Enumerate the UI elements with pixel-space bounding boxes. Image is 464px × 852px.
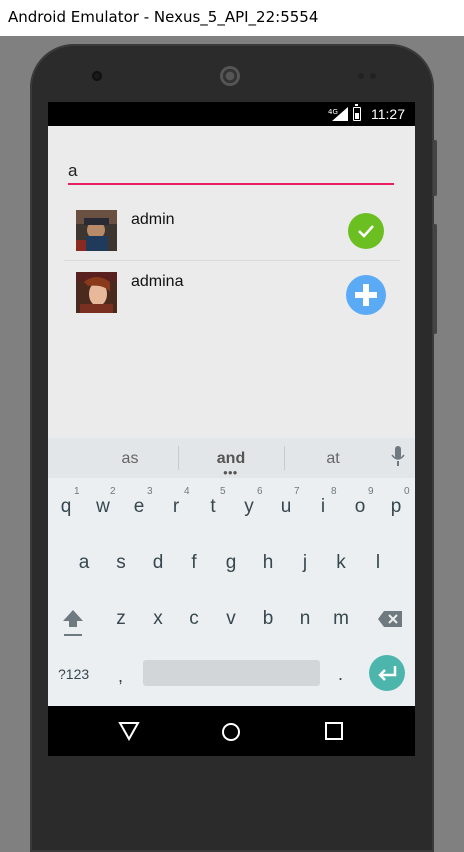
key-v[interactable]: v	[213, 608, 249, 630]
user-name: admin	[131, 211, 175, 228]
key-c[interactable]: c	[176, 608, 212, 630]
front-camera	[92, 71, 102, 81]
enter-key[interactable]	[369, 655, 405, 691]
navigation-bar	[48, 706, 415, 756]
key-j[interactable]: j	[287, 552, 323, 574]
key-f[interactable]: f	[176, 552, 212, 574]
key-k[interactable]: k	[323, 552, 359, 574]
symbols-key[interactable]: ?123	[58, 666, 89, 682]
proximity-sensor	[358, 73, 364, 79]
check-circle-icon[interactable]	[348, 213, 384, 249]
key-r[interactable]: r	[158, 496, 194, 518]
key-y[interactable]: y	[231, 496, 267, 518]
window-title: Android Emulator - Nexus_5_API_22:5554	[8, 8, 319, 26]
clock: 11:27	[371, 106, 405, 122]
user-avatar	[76, 210, 117, 251]
key-e[interactable]: e	[121, 496, 157, 518]
period-key[interactable]: .	[338, 664, 343, 685]
status-bar: 4G 11:27	[48, 102, 415, 126]
light-sensor	[370, 73, 376, 79]
suggestion-as[interactable]: as	[110, 450, 150, 468]
key-a[interactable]: a	[66, 552, 102, 574]
key-p[interactable]: p	[378, 496, 414, 518]
key-w[interactable]: w	[85, 496, 121, 518]
key-u[interactable]: u	[268, 496, 304, 518]
key-q[interactable]: q	[48, 496, 84, 518]
soft-keyboard: as and ●●● at 1 2 3 4 5 6 7 8 9 0 q w e …	[48, 438, 415, 706]
back-icon[interactable]	[118, 721, 140, 741]
user-list-item[interactable]: admina	[64, 262, 400, 322]
key-x[interactable]: x	[140, 608, 176, 630]
network-type-label: 4G	[328, 108, 338, 116]
key-t[interactable]: t	[195, 496, 231, 518]
key-d[interactable]: d	[140, 552, 176, 574]
user-avatar	[76, 272, 117, 313]
key-l[interactable]: l	[360, 552, 396, 574]
enter-icon	[378, 666, 397, 681]
key-z[interactable]: z	[103, 608, 139, 630]
user-list-item[interactable]: admin	[64, 200, 400, 260]
suggestion-at[interactable]: at	[316, 450, 350, 468]
key-b[interactable]: b	[250, 608, 286, 630]
backspace-icon[interactable]	[377, 610, 403, 628]
key-m[interactable]: m	[323, 608, 359, 630]
volume-button[interactable]	[433, 224, 437, 334]
battery-icon	[353, 104, 361, 121]
emulator-title-bar: Android Emulator - Nexus_5_API_22:5554	[0, 0, 464, 36]
key-i[interactable]: i	[305, 496, 341, 518]
recents-icon[interactable]	[324, 721, 344, 741]
more-suggestions-icon[interactable]: ●●●	[223, 468, 238, 477]
key-h[interactable]: h	[250, 552, 286, 574]
key-o[interactable]: o	[342, 496, 378, 518]
shift-icon[interactable]	[62, 608, 84, 638]
list-divider	[64, 260, 400, 261]
user-name: admina	[131, 273, 184, 290]
suggestion-and[interactable]: and	[210, 450, 252, 468]
suggestion-strip: as and ●●● at	[48, 438, 415, 478]
search-input[interactable]	[68, 158, 394, 185]
power-button[interactable]	[433, 140, 437, 196]
space-bar[interactable]	[143, 660, 320, 686]
home-icon[interactable]	[220, 721, 242, 743]
key-g[interactable]: g	[213, 552, 249, 574]
device-screen: 4G 11:27 admin	[48, 102, 415, 756]
plus-circle-icon[interactable]	[346, 275, 386, 315]
key-s[interactable]: s	[103, 552, 139, 574]
earpiece-speaker	[220, 66, 240, 86]
key-n[interactable]: n	[287, 608, 323, 630]
comma-key[interactable]: ,	[118, 666, 123, 687]
signal-icon: 4G	[328, 107, 348, 121]
microphone-icon[interactable]	[391, 446, 405, 468]
